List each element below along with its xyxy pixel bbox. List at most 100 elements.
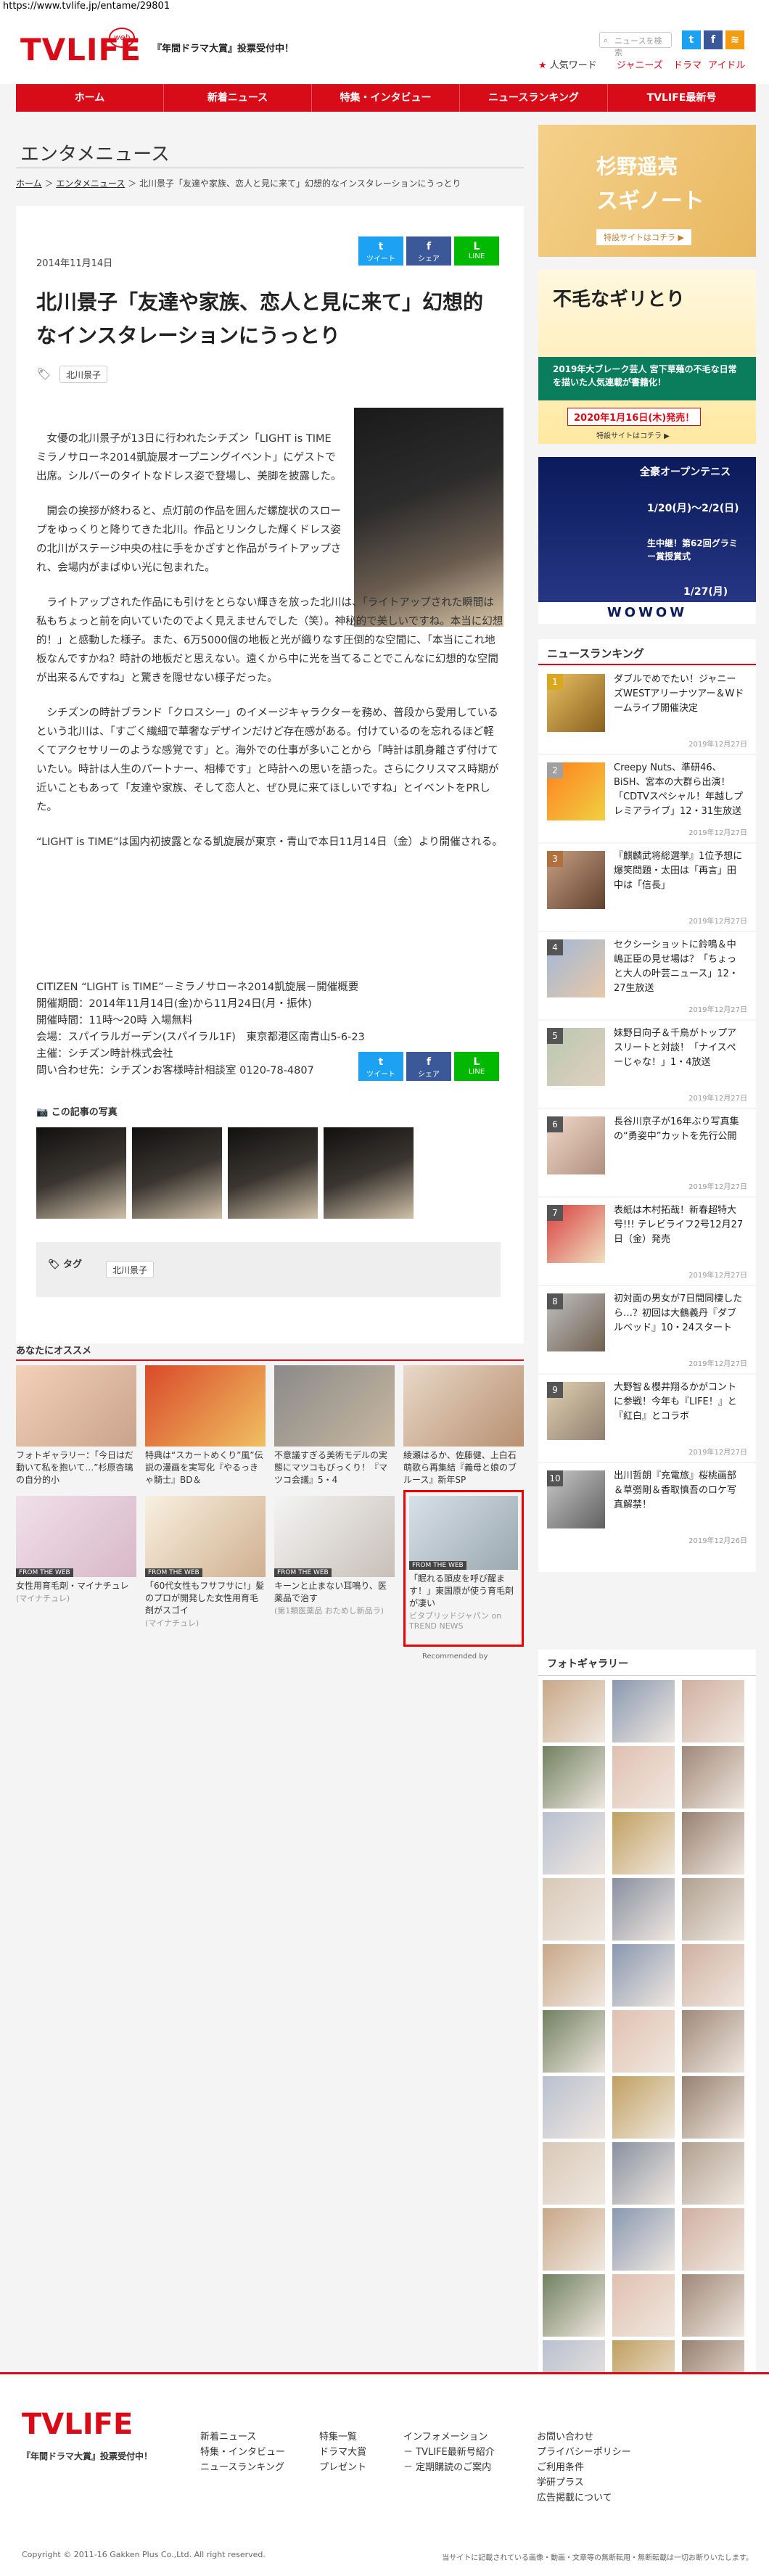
- recommended-by[interactable]: Recommended by: [422, 1653, 488, 1661]
- footer-link[interactable]: インフォメーション: [403, 2429, 495, 2445]
- rss-icon[interactable]: ≋: [725, 30, 744, 49]
- gallery-thumb[interactable]: [612, 1680, 675, 1742]
- hot-word[interactable]: ドラマ: [673, 57, 702, 71]
- ranking-item[interactable]: 2 Creepy Nuts、準研46、BiSH、宮本の大群ら出演！「CDTVスペシ…: [538, 755, 756, 842]
- gallery-thumb[interactable]: [543, 1944, 605, 2007]
- tag-chip[interactable]: 北川景子: [59, 366, 108, 383]
- tweet-button[interactable]: t ツイート: [358, 236, 403, 266]
- ranking-item[interactable]: 3 『麒麟武将総選挙』1位予想に爆笑問題・太田は「再言」田中は「信長」 2019年1…: [538, 844, 756, 931]
- gallery-thumb[interactable]: [612, 1878, 675, 1941]
- recommend-item[interactable]: フォトギャラリー：「今日はだ 動いて私を抱いて…”杉原杏璃の自分的小: [16, 1365, 136, 1486]
- gallery-thumb[interactable]: [543, 2010, 605, 2073]
- ranking-item[interactable]: 5 妹野日向子＆千鳥がトップアスリートと対談！「ナイスぺーじゃな！」1・4放送 20…: [538, 1021, 756, 1108]
- line-share-button[interactable]: L LINE: [454, 236, 499, 266]
- header-promo[interactable]: 『年間ドラマ大賞』投票受付中！: [152, 41, 294, 54]
- ranking-item[interactable]: 10 出川哲朗『充電旅』桜桃画部＆草彅剛＆香取慎吾のロケ写真解禁！ 2019年12月…: [538, 1463, 756, 1572]
- recommend-item[interactable]: 不意議すぎる美術モデルの実態にマツコもびっくり！『マツコ会議』5・4: [274, 1365, 395, 1486]
- recommend-item[interactable]: 綾瀬はるか、佐藤健、上白石萌歌ら再集結『義母と娘のブルース』新年SP: [403, 1365, 524, 1486]
- gallery-thumb[interactable]: [682, 1812, 744, 1875]
- gallery-thumb[interactable]: [543, 2142, 605, 2205]
- recommend-item[interactable]: 特典は“スカートめくり”風”伝説の漫画を実写化『やるっきゃ騎士』BD＆: [145, 1365, 266, 1486]
- tag-icon: 🏷: [36, 367, 52, 381]
- gallery-thumb[interactable]: [543, 1812, 605, 1875]
- gallery-thumb[interactable]: [682, 1746, 744, 1808]
- footer-link[interactable]: ご利用条件: [537, 2460, 631, 2475]
- footer-link[interactable]: ニュースランキング: [200, 2460, 285, 2475]
- footer-link[interactable]: お問い合わせ: [537, 2429, 631, 2445]
- gallery-thumb[interactable]: [612, 2142, 675, 2205]
- footer-link[interactable]: 特集・インタビュー: [200, 2445, 285, 2460]
- facebook-share-button[interactable]: f シェア: [406, 1052, 451, 1081]
- article-photo-thumb[interactable]: [324, 1127, 414, 1219]
- gallery-thumb[interactable]: [543, 1746, 605, 1808]
- footer-link[interactable]: 特集一覧: [319, 2429, 366, 2445]
- gallery-thumb[interactable]: [682, 2208, 744, 2271]
- gallery-thumb[interactable]: [682, 2274, 744, 2337]
- facebook-icon[interactable]: f: [704, 30, 723, 49]
- ranking-item[interactable]: 9 大野智＆櫻井翔るかがコントに参戦！今年も『LIFE！』と『紅白』とコラボ 201…: [538, 1375, 756, 1462]
- ranking-item[interactable]: 6 長谷川京子が16年ぶり写真集の“勇姿中”カットを先行公開 2019年12月27日: [538, 1109, 756, 1196]
- article-photo-thumb[interactable]: [132, 1127, 222, 1219]
- twitter-icon[interactable]: t: [682, 30, 701, 49]
- ranking-item[interactable]: 4 セクシーショットに鈴鳴＆中嶋正臣の見せ場は？「ちょっと大人の叶芸ニュース」12…: [538, 932, 756, 1019]
- site-header: TVLIFE web 『年間ドラマ大賞』投票受付中！ ⌕ ニュースを検索 t f …: [0, 13, 769, 84]
- facebook-share-button[interactable]: f シェア: [406, 236, 451, 266]
- nav-item-ranking[interactable]: ニュースランキング: [460, 84, 608, 112]
- gallery-thumb[interactable]: [682, 1680, 744, 1742]
- recommend-heading: あなたにオススメ: [16, 1343, 524, 1361]
- footer-link[interactable]: 広告掲載について: [537, 2490, 631, 2506]
- breadcrumb-home[interactable]: ホーム: [16, 178, 42, 189]
- gallery-thumb[interactable]: [543, 1878, 605, 1941]
- footer-link[interactable]: プライバシーポリシー: [537, 2445, 631, 2460]
- gallery-thumb[interactable]: [543, 2208, 605, 2271]
- gallery-thumb[interactable]: [682, 1878, 744, 1941]
- gallery-thumb[interactable]: [612, 1746, 675, 1808]
- gallery-thumb[interactable]: [682, 1944, 744, 2007]
- line-share-button[interactable]: L LINE: [454, 1052, 499, 1081]
- tweet-button[interactable]: t ツイート: [358, 1052, 403, 1081]
- hot-word[interactable]: ジャニーズ: [617, 57, 663, 71]
- breadcrumb-entame[interactable]: エンタメニュース: [56, 178, 125, 189]
- footer-link[interactable]: － TVLIFE最新号紹介: [403, 2445, 495, 2460]
- tag-chip[interactable]: 北川景子: [106, 1261, 155, 1278]
- gallery-thumb[interactable]: [612, 1944, 675, 2007]
- footer-link[interactable]: 学研プラス: [537, 2475, 631, 2490]
- nav-item-features[interactable]: 特集・インタビュー: [312, 84, 460, 112]
- gallery-thumb[interactable]: [612, 2076, 675, 2139]
- banner-miyashita[interactable]: 不毛なギリとり 2019年大ブレーク芸人 宮下草薙の不毛な日常を描いた人気連載が…: [538, 270, 756, 444]
- nav-item-news[interactable]: 新着ニュース: [164, 84, 312, 112]
- hot-word[interactable]: アイドル: [708, 57, 745, 71]
- banner-sugino[interactable]: 杉野遥亮 スギノート 特設サイトはコチラ ▶: [538, 125, 756, 257]
- nav-item-home[interactable]: ホーム: [16, 84, 164, 112]
- gallery-thumb[interactable]: [543, 1680, 605, 1742]
- nav-item-latest-issue[interactable]: TVLIFE最新号: [608, 84, 756, 112]
- recommend-item[interactable]: FROM THE WEB 女性用育毛剤・マイナチュレ (マイナチュレ): [16, 1496, 136, 1604]
- article-photo-thumb[interactable]: [228, 1127, 318, 1219]
- gallery-thumb[interactable]: [612, 2274, 675, 2337]
- gallery-thumb[interactable]: [543, 2274, 605, 2337]
- article-photo-thumb[interactable]: [36, 1127, 126, 1219]
- ranking-item[interactable]: 8 初対面の男女が7日間同棲したら…？初回は大鶴義丹『ダブルベッド』10・24スタ…: [538, 1286, 756, 1373]
- gallery-thumb[interactable]: [612, 2208, 675, 2271]
- gallery-thumb[interactable]: [682, 2142, 744, 2205]
- ranking-item[interactable]: 1 ダブルでめでたい！ジャニーズWESTアリーナツアー＆Wドームライブ開催決定 20…: [538, 667, 756, 754]
- footer-logo[interactable]: TVLIFE: [22, 2408, 133, 2441]
- footer-link[interactable]: ドラマ大賞: [319, 2445, 366, 2460]
- recommend-item-highlighted[interactable]: FROM THE WEB 「眠れる頭皮を呼び醒ます！」東国原が使う育毛剤が凄い ビタ…: [403, 1490, 524, 1647]
- footer-link[interactable]: － 定期購読のご案内: [403, 2460, 495, 2475]
- footer-link[interactable]: 新着ニュース: [200, 2429, 285, 2445]
- search-input[interactable]: ⌕ ニュースを検索: [599, 32, 672, 57]
- url-bar[interactable]: https://www.tvlife.jp/entame/29801: [0, 0, 769, 13]
- recommend-item[interactable]: FROM THE WEB キーンと止まない耳鳴り、医薬品で治す (第1類医薬品 おた…: [274, 1496, 395, 1616]
- recommend-item[interactable]: FROM THE WEB 「60代女性もフサフサに!」髪のプロが開発した女性用育毛…: [145, 1496, 266, 1629]
- gallery-thumb[interactable]: [612, 1812, 675, 1875]
- footer-link[interactable]: プレゼント: [319, 2460, 366, 2475]
- footer-promo[interactable]: 『年間ドラマ大賞』投票受付中！: [22, 2450, 152, 2462]
- gallery-thumb[interactable]: [543, 2076, 605, 2139]
- gallery-thumb[interactable]: [682, 2010, 744, 2073]
- banner-wowow[interactable]: 全豪オープンテニス 1/20(月)～2/2(日) 生中継！第62回グラミー賞授賞…: [538, 457, 756, 624]
- gallery-thumb[interactable]: [682, 2076, 744, 2139]
- ranking-item[interactable]: 7 表紙は木村拓哉！新春超特大号!!! テレビライフ2号12月27日（金）発売 20…: [538, 1198, 756, 1285]
- gallery-thumb[interactable]: [612, 2010, 675, 2073]
- event-info-line: CITIZEN “LIGHT is TIME”－ミラノサローネ2014凱旋展－開…: [36, 982, 359, 993]
